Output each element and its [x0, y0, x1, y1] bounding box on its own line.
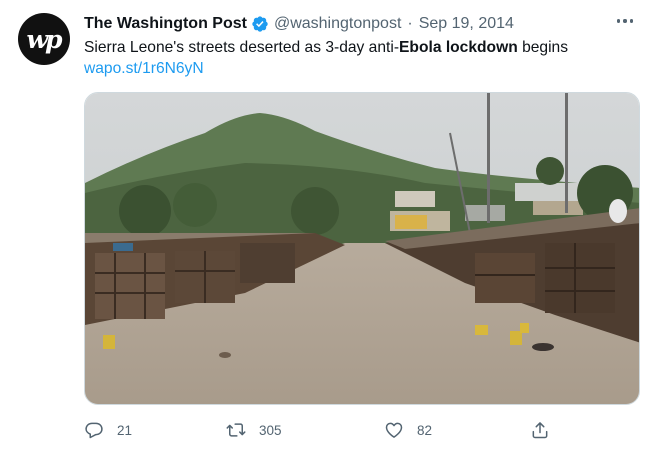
like-count: 82 [417, 422, 433, 438]
more-options-icon[interactable] [612, 12, 638, 30]
avatar[interactable]: wp [18, 13, 70, 65]
retweet-button[interactable]: 305 [226, 420, 282, 440]
tweet-photo[interactable] [84, 92, 640, 405]
reply-button[interactable]: 21 [84, 420, 132, 440]
share-icon [532, 422, 548, 439]
tweet-actions: 21 305 82 [84, 420, 564, 442]
tweet-date[interactable]: Sep 19, 2014 [419, 15, 514, 33]
tweet-text-bold: Ebola lockdown [399, 39, 518, 56]
reply-icon [85, 422, 103, 439]
like-button[interactable]: 82 [384, 420, 432, 440]
author-handle[interactable]: @washingtonpost [274, 15, 401, 33]
tweet-link[interactable]: wapo.st/1r6N6yN [84, 59, 204, 79]
tweet-header: The Washington Post @washingtonpost · Se… [84, 13, 618, 35]
reply-count: 21 [117, 422, 133, 438]
tweet-text-suffix: begins [517, 39, 569, 56]
tweet-text: Sierra Leone's streets deserted as 3-day… [84, 38, 568, 58]
separator-dot: · [407, 15, 413, 32]
tweet-text-prefix: Sierra Leone's streets deserted as 3-day… [84, 39, 400, 56]
heart-icon [385, 422, 403, 438]
retweet-icon [226, 423, 246, 437]
street-scene-image [85, 93, 639, 404]
retweet-count: 305 [259, 422, 282, 438]
avatar-logo: wp [26, 24, 62, 54]
author-name[interactable]: The Washington Post [84, 15, 247, 33]
share-button[interactable] [530, 420, 550, 440]
verified-badge-icon [252, 16, 268, 32]
